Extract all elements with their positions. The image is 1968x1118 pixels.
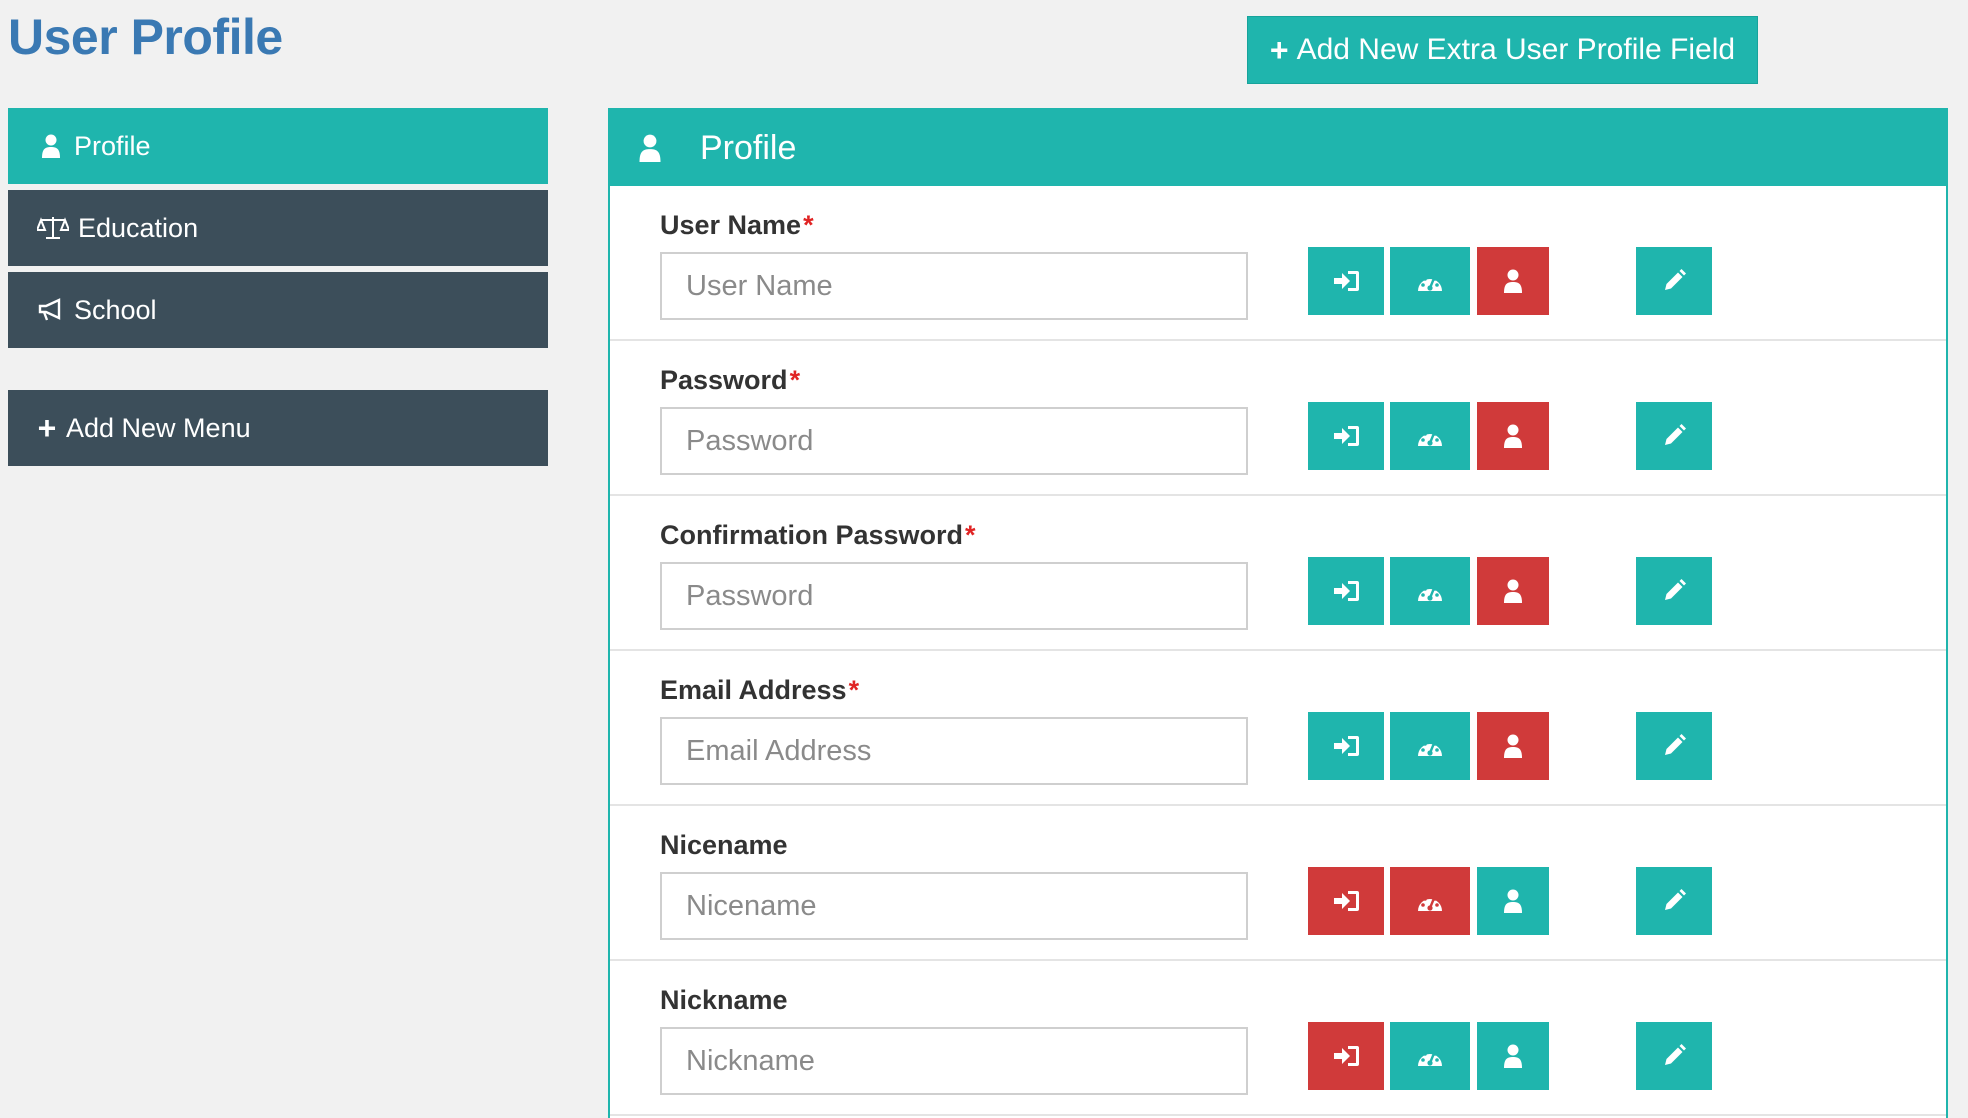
sign-in-icon — [1332, 425, 1360, 447]
bullhorn-icon — [36, 295, 66, 325]
dashboard-icon — [1415, 1044, 1445, 1068]
user-icon — [1503, 269, 1523, 293]
field-label-text: Nickname — [660, 985, 788, 1015]
sign-in-icon — [1332, 270, 1360, 292]
field-input[interactable] — [660, 562, 1248, 630]
user-icon — [1503, 1044, 1523, 1068]
field-label: Password* — [660, 365, 800, 396]
field-input[interactable] — [660, 872, 1248, 940]
field-label-text: Confirmation Password — [660, 520, 964, 550]
field-label: Nicename — [660, 830, 788, 861]
user-icon — [36, 131, 66, 161]
panel-header: Profile — [610, 110, 1946, 186]
pencil-icon — [1662, 269, 1686, 293]
dashboard-icon — [1415, 889, 1445, 913]
sign-in-icon — [1332, 580, 1360, 602]
required-marker: * — [848, 675, 860, 705]
edit-field-button[interactable] — [1636, 557, 1712, 625]
required-marker: * — [789, 365, 801, 395]
field-row: User Name* — [610, 186, 1946, 341]
add-new-menu-button[interactable]: + Add New Menu — [8, 390, 548, 466]
required-marker: * — [803, 210, 814, 240]
dashboard-icon — [1415, 424, 1445, 448]
balance-scale-icon — [36, 213, 70, 243]
profile-panel: Profile User Name*Password*Confirmation … — [608, 108, 1948, 1118]
user-icon — [1503, 579, 1523, 603]
sidebar-item-label: Profile — [74, 130, 151, 161]
login-toggle-button[interactable] — [1308, 712, 1384, 780]
dashboard-toggle-button[interactable] — [1390, 247, 1470, 315]
user-icon — [1503, 734, 1523, 758]
dashboard-toggle-button[interactable] — [1390, 712, 1470, 780]
sign-in-icon — [1332, 1045, 1360, 1067]
dashboard-toggle-button[interactable] — [1390, 1022, 1470, 1090]
sidebar-item-label: Education — [78, 212, 199, 243]
pencil-icon — [1662, 734, 1686, 758]
user-toggle-button[interactable] — [1477, 247, 1549, 315]
dashboard-icon — [1415, 269, 1445, 293]
dashboard-icon — [1415, 579, 1445, 603]
field-input[interactable] — [660, 407, 1248, 475]
sidebar-item-education[interactable]: Education — [8, 190, 548, 266]
dashboard-icon — [1415, 734, 1445, 758]
field-row: Nickname — [610, 961, 1946, 1116]
field-input[interactable] — [660, 252, 1248, 320]
user-toggle-button[interactable] — [1477, 712, 1549, 780]
field-label-text: User Name — [660, 210, 802, 240]
login-toggle-button[interactable] — [1308, 867, 1384, 935]
required-marker: * — [965, 520, 976, 550]
field-row: Email Address* — [610, 651, 1946, 806]
login-toggle-button[interactable] — [1308, 402, 1384, 470]
dashboard-toggle-button[interactable] — [1390, 867, 1470, 935]
sidebar-item-label: School — [74, 294, 157, 325]
pencil-icon — [1662, 424, 1686, 448]
dashboard-toggle-button[interactable] — [1390, 557, 1470, 625]
login-toggle-button[interactable] — [1308, 1022, 1384, 1090]
sign-in-icon — [1332, 890, 1360, 912]
edit-field-button[interactable] — [1636, 402, 1712, 470]
edit-field-button[interactable] — [1636, 247, 1712, 315]
field-row: Confirmation Password* — [610, 496, 1946, 651]
user-icon — [1503, 889, 1523, 913]
field-label: Email Address* — [660, 675, 859, 706]
user-toggle-button[interactable] — [1477, 557, 1549, 625]
pencil-icon — [1662, 579, 1686, 603]
field-label-text: Nicename — [660, 830, 788, 860]
pencil-icon — [1662, 889, 1686, 913]
user-icon — [1503, 424, 1523, 448]
field-label: Confirmation Password* — [660, 520, 976, 551]
field-label: User Name* — [660, 210, 814, 241]
pencil-icon — [1662, 1044, 1686, 1068]
field-row: Password* — [610, 341, 1946, 496]
field-list: User Name*Password*Confirmation Password… — [610, 186, 1946, 1116]
edit-field-button[interactable] — [1636, 867, 1712, 935]
sign-in-icon — [1332, 735, 1360, 757]
login-toggle-button[interactable] — [1308, 557, 1384, 625]
sidebar-item-school[interactable]: School — [8, 272, 548, 348]
panel-title: Profile — [700, 128, 797, 167]
plus-icon: + — [1269, 31, 1289, 68]
user-toggle-button[interactable] — [1477, 402, 1549, 470]
user-toggle-button[interactable] — [1477, 867, 1549, 935]
field-label-text: Email Address — [660, 675, 847, 705]
login-toggle-button[interactable] — [1308, 247, 1384, 315]
field-label: Nickname — [660, 985, 788, 1016]
user-toggle-button[interactable] — [1477, 1022, 1549, 1090]
user-icon — [638, 131, 670, 165]
add-extra-field-button[interactable]: + Add New Extra User Profile Field — [1247, 16, 1758, 84]
field-input[interactable] — [660, 1027, 1248, 1095]
dashboard-toggle-button[interactable] — [1390, 402, 1470, 470]
field-input[interactable] — [660, 717, 1248, 785]
edit-field-button[interactable] — [1636, 1022, 1712, 1090]
add-extra-field-label: Add New Extra User Profile Field — [1296, 33, 1736, 66]
sidebar-item-profile[interactable]: Profile — [8, 108, 548, 184]
edit-field-button[interactable] — [1636, 712, 1712, 780]
field-row: Nicename — [610, 806, 1946, 961]
page-title: User Profile — [8, 9, 283, 65]
field-label-text: Password — [660, 365, 788, 395]
add-new-menu-label: Add New Menu — [66, 412, 251, 443]
plus-icon: + — [37, 409, 57, 446]
